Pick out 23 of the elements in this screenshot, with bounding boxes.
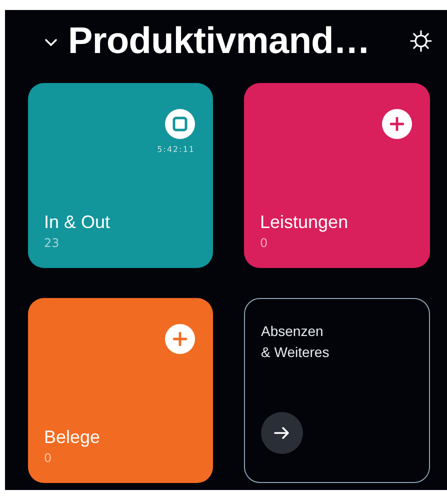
stop-button[interactable] [165,109,195,139]
tile[interactable]: Belege 0 [28,298,213,483]
stop-icon [172,116,188,132]
plus-icon [173,332,187,346]
tile-title: In & Out [44,212,112,233]
chevron-down-icon[interactable] [44,38,58,48]
tile-title: Leistungen [260,212,350,233]
plus-icon [390,117,404,131]
tile-count: 0 [260,236,269,250]
arrow-button[interactable] [261,412,303,454]
add-button[interactable] [165,324,195,354]
timer-text: 5:42:11 [157,145,195,154]
tile[interactable]: 5:42:11 In & Out 23 [28,83,213,268]
tile[interactable]: Absenzen & Weiteres [244,298,430,483]
tile-title: Belege [44,427,102,448]
add-button[interactable] [382,109,412,139]
tile-count: 23 [44,236,60,250]
tile[interactable]: Leistungen 0 [244,83,430,268]
settings-icon[interactable] [409,29,433,53]
tile-title: Absenzen & Weiteres [261,322,330,362]
page-title: Produktivmand… [68,20,372,62]
tile-count: 0 [44,451,53,465]
arrow-icon [274,426,290,440]
